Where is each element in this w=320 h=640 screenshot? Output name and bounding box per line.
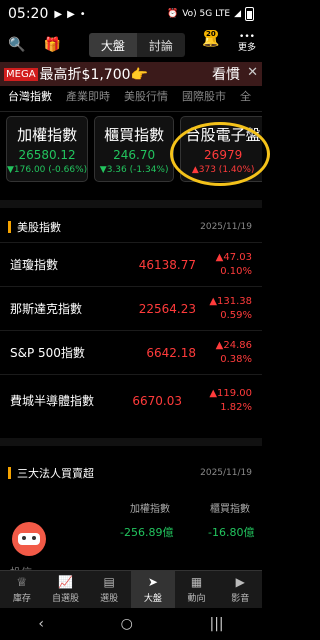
card-value: 26580.12 [18,148,76,162]
nav-watchlist[interactable]: 📈 自選股 [44,571,88,608]
index-card-taiex[interactable]: 加權指數 26580.12 ▼176.00 (-0.66%) [6,116,89,182]
tab-tw-index[interactable]: 台灣指數 [8,88,52,111]
card-change: ▲373 (1.40%) [191,165,255,175]
bottom-nav: ♕ 庫存 📈 自選股 ▤ 選股 ➤ 大盤 ▦ 動向 ▶ 影音 [0,570,262,608]
tab-us-stocks[interactable]: 美股行情 [124,88,168,111]
inst-section-header: 三大法人買賣超 2025/11/19 [0,458,262,488]
row-price: 22564.23 [138,301,196,316]
section-date: 2025/11/19 [200,222,252,232]
recent-apps-icon[interactable]: ||| [210,616,224,632]
ad-banner[interactable]: MEGA 最高折$1,700👉 看慣 ✕ [0,62,262,86]
play-icon: ▶ [235,575,245,589]
index-tabs: 台灣指數 產業即時 美股行情 國際股市 全 [0,88,262,112]
card-change: ▼176.00 (-0.66%) [7,165,88,175]
row-name: 費城半導體指數 [10,393,95,408]
status-bar: 05:20 ▶ ▶ • ⏰ Vo) 5G LTE ◢ [0,0,262,28]
more-label: 更多 [237,43,256,53]
banner-text: 最高折$1,700👉 [39,67,148,83]
home-icon[interactable]: ○ [121,616,133,632]
divider [0,200,262,208]
row-name: S&P 500指數 [10,345,85,360]
tab-market[interactable]: 大盤 [88,33,137,57]
table-row[interactable]: 費城半導體指數 6670.03 ▲119.00 1.82% [0,374,262,426]
status-right: ⏰ Vo) 5G LTE ◢ [167,7,254,21]
building-icon: ▦ [190,575,203,589]
index-card-otc[interactable]: 櫃買指數 246.70 ▼3.36 (-1.34%) [94,116,175,182]
row-price: 46138.77 [138,257,196,272]
clock: 05:20 [8,6,49,22]
card-name: 台股電子盤 [185,126,261,144]
robot-assistant-icon[interactable] [12,522,46,556]
table-row[interactable]: S&P 500指數 6642.18 ▲24.86 0.38% [0,330,262,374]
inst-value-otc: -16.80億 [208,526,255,539]
card-change: ▼3.36 (-1.34%) [99,165,169,175]
tab-all[interactable]: 全 [240,88,251,111]
battery-icon [245,7,254,21]
inst-value-taiex: -256.89億 [120,526,174,539]
nav-trends[interactable]: ▦ 動向 [175,571,219,608]
tab-forum[interactable]: 討論 [136,33,185,57]
gift-icon[interactable]: 🎁 [43,37,60,53]
col-header-otc: 櫃買指數 [210,504,250,515]
tab-industry[interactable]: 產業即時 [66,88,110,111]
section-title: 美股指數 [17,221,61,234]
search-icon[interactable]: 🔍 [8,37,25,53]
nav-inventory[interactable]: ♕ 庫存 [0,571,44,608]
row-price: 6642.18 [146,345,196,360]
alarm-icon: ⏰ [167,9,179,19]
divider [0,438,262,446]
row-change: ▲47.03 0.10% [215,251,252,277]
youtube-icon: ▶ [54,8,63,20]
back-icon[interactable]: ‹ [38,616,44,632]
youtube-icon-2: ▶ [67,8,75,20]
table-row[interactable]: 道瓊指數 46138.77 ▲47.03 0.10% [0,242,262,286]
card-name: 加權指數 [17,126,78,144]
card-value: 246.70 [113,148,156,162]
section-marker [8,221,11,233]
inventory-icon: ♕ [16,575,28,589]
notification-badge: 20 [204,30,218,38]
index-cards: 加權指數 26580.12 ▼176.00 (-0.66%) 櫃買指數 246.… [0,116,262,184]
row-change: ▲119.00 1.82% [209,387,252,413]
database-icon: ▤ [103,575,115,589]
row-change: ▲131.38 0.59% [209,295,252,321]
row-name: 那斯達克指數 [10,301,83,316]
banner-logo: MEGA [4,67,38,81]
nav-video[interactable]: ▶ 影音 [218,571,262,608]
top-bar: 🔍 🎁 大盤 討論 🔔 20 ••• 更多 [0,28,262,62]
table-row[interactable]: 那斯達克指數 22564.23 ▲131.38 0.59% [0,286,262,330]
signal-icon: ◢ [234,9,241,19]
row-change: ▲24.86 0.38% [215,339,252,365]
section-date: 2025/11/19 [200,468,252,478]
us-section-header: 美股指數 2025/11/19 [0,212,262,242]
nav-market[interactable]: ➤ 大盤 [131,571,175,608]
inst-header: 加權指數 櫃買指數 [0,500,262,516]
network-label: Vo) 5G LTE [182,9,231,19]
index-card-electronics[interactable]: 台股電子盤 26979 ▲373 (1.40%) [180,116,262,182]
col-header-taiex: 加權指數 [130,504,170,515]
more-dots-icon: ••• [239,32,255,42]
tab-intl[interactable]: 國際股市 [182,88,226,111]
card-name: 櫃買指數 [104,126,165,144]
navigation-icon: ➤ [147,575,158,589]
section-marker [8,467,11,479]
close-icon[interactable]: ✕ [247,65,258,80]
row-name: 道瓊指數 [10,257,59,272]
chart-icon: 📈 [58,575,73,589]
segment-control: 大盤 討論 [88,33,185,57]
section-title: 三大法人買賣超 [17,467,94,480]
system-nav: ‹ ○ ||| [0,608,262,640]
nav-screener[interactable]: ▤ 選股 [87,571,131,608]
more-button[interactable]: ••• 更多 [238,32,256,54]
row-price: 6670.03 [132,393,182,408]
dot-icon: • [79,8,86,20]
card-value: 26979 [204,148,243,162]
